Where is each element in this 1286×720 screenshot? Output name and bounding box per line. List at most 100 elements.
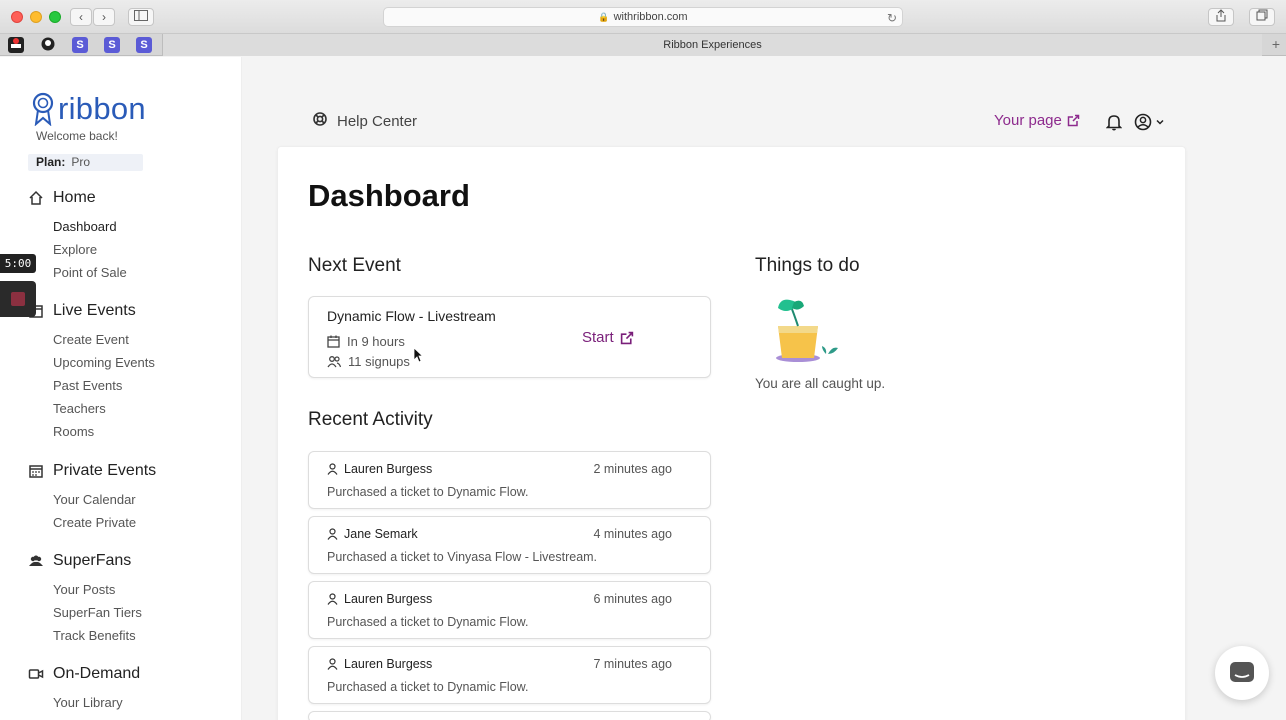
activity-time: 6 minutes ago <box>593 592 672 606</box>
bookmark-s-3[interactable]: S <box>136 37 152 53</box>
users-icon <box>327 356 341 368</box>
home-icon <box>27 189 45 207</box>
sidebar-item-past-events[interactable]: Past Events <box>53 378 122 393</box>
user-icon <box>327 593 338 605</box>
user-circle-icon <box>1134 113 1152 131</box>
help-center-label: Help Center <box>337 112 418 130</box>
sidebar-item-upcoming-events[interactable]: Upcoming Events <box>53 355 155 370</box>
zoom-window-button[interactable] <box>49 11 61 23</box>
nav-section-label: Live Events <box>53 302 136 319</box>
chevron-down-icon <box>1156 119 1164 125</box>
activity-description: Purchased a ticket to Dynamic Flow. <box>327 485 529 499</box>
sidebar-item-create-event[interactable]: Create Event <box>53 332 129 347</box>
activity-item[interactable]: Lauren Burgess 2 minutes ago Purchased a… <box>308 451 711 509</box>
event-signups: 11 signups <box>348 354 410 369</box>
nav-section-home[interactable]: Home <box>27 189 96 207</box>
incognito-icon[interactable] <box>8 37 24 53</box>
nav-section-on-demand[interactable]: On-Demand <box>27 665 140 683</box>
help-center-link[interactable]: Help Center <box>313 112 417 130</box>
nav-section-superfans[interactable]: SuperFans <box>27 552 131 570</box>
sidebar-item-your-posts[interactable]: Your Posts <box>53 582 115 597</box>
user-menu[interactable] <box>1134 113 1165 131</box>
tabs-overview-icon[interactable] <box>1249 8 1275 26</box>
sidebar: ribbon Welcome back! Plan: Pro Home Dashb… <box>0 57 242 720</box>
plan-label: Plan: <box>36 155 66 169</box>
user-icon <box>327 463 338 475</box>
forward-button[interactable]: › <box>93 8 115 26</box>
nav-section-live-events[interactable]: Live Events <box>27 302 136 320</box>
sidebar-item-superfan-tiers[interactable]: SuperFan Tiers <box>53 605 142 620</box>
activity-time: 2 minutes ago <box>593 462 672 476</box>
activity-item[interactable]: Lauren Burgess 6 minutes ago Purchased a… <box>308 581 711 639</box>
browser-titlebar: ‹ › 🔒 withribbon.com ↻ <box>0 0 1286 34</box>
activity-item-partial[interactable] <box>308 711 711 720</box>
all-caught-up-text: You are all caught up. <box>755 376 886 391</box>
activity-user: Lauren Burgess <box>327 592 432 606</box>
address-bar[interactable]: 🔒 withribbon.com ↻ <box>383 7 903 27</box>
minimize-window-button[interactable] <box>30 11 42 23</box>
mouse-cursor-icon <box>413 347 424 368</box>
ribbon-logo[interactable]: ribbon <box>32 91 146 127</box>
nav-section-label: Home <box>53 189 96 206</box>
activity-time: 4 minutes ago <box>593 527 672 541</box>
next-event-heading: Next Event <box>308 255 401 276</box>
start-event-button[interactable]: Start <box>582 329 634 346</box>
sidebar-toggle-icon[interactable] <box>128 8 154 26</box>
lock-icon: 🔒 <box>598 12 610 22</box>
user-icon <box>327 658 338 670</box>
nav-section-label: SuperFans <box>53 552 132 569</box>
recording-timer: 5:00 <box>0 254 36 273</box>
sidebar-item-create-private[interactable]: Create Private <box>53 515 136 530</box>
activity-user-name: Lauren Burgess <box>344 657 433 671</box>
sidebar-item-explore[interactable]: Explore <box>53 242 97 257</box>
back-button[interactable]: ‹ <box>70 8 92 26</box>
calendar-icon <box>327 335 340 348</box>
sidebar-item-rooms[interactable]: Rooms <box>53 424 94 439</box>
calendar-grid-icon <box>27 462 45 480</box>
your-page-label: Your page <box>994 112 1062 129</box>
sidebar-item-teachers[interactable]: Teachers <box>53 401 106 416</box>
nav-section-private-events[interactable]: Private Events <box>27 462 156 480</box>
close-window-button[interactable] <box>11 11 23 23</box>
reload-icon[interactable]: ↻ <box>887 9 897 27</box>
active-tab[interactable]: Ribbon Experiences <box>162 34 1262 56</box>
sidebar-item-point-of-sale[interactable]: Point of Sale <box>53 265 127 280</box>
bell-icon[interactable] <box>1105 113 1123 136</box>
nav-section-label: On-Demand <box>53 665 141 682</box>
tab-bar: S S S Ribbon Experiences + <box>0 34 1286 56</box>
github-icon[interactable] <box>40 37 56 53</box>
nav-section-label: Private Events <box>53 462 157 479</box>
activity-user-name: Jane Semark <box>344 527 418 541</box>
event-signups-row: 11 signups <box>327 354 410 369</box>
bookmark-s-2[interactable]: S <box>104 37 120 53</box>
new-tab-icon[interactable]: + <box>1272 36 1280 52</box>
bookmark-s-1[interactable]: S <box>72 37 88 53</box>
next-event-card[interactable]: Dynamic Flow - Livestream In 9 hours 11 … <box>308 296 711 378</box>
activity-description: Purchased a ticket to Dynamic Flow. <box>327 680 529 694</box>
sidebar-item-your-calendar[interactable]: Your Calendar <box>53 492 136 507</box>
activity-user: Lauren Burgess <box>327 462 432 476</box>
user-icon <box>327 528 338 540</box>
url-text: withribbon.com <box>613 11 688 23</box>
activity-item[interactable]: Lauren Burgess 7 minutes ago Purchased a… <box>308 646 711 704</box>
activity-time: 7 minutes ago <box>593 657 672 671</box>
activity-user-name: Lauren Burgess <box>344 462 433 476</box>
things-to-do-heading: Things to do <box>755 255 860 276</box>
sidebar-item-track-benefits[interactable]: Track Benefits <box>53 628 136 643</box>
your-page-link[interactable]: Your page <box>994 112 1080 129</box>
event-when: In 9 hours <box>347 334 405 349</box>
welcome-text: Welcome back! <box>36 129 118 143</box>
share-icon[interactable] <box>1208 8 1234 26</box>
event-time-row: In 9 hours <box>327 334 405 349</box>
chat-icon <box>1230 662 1254 682</box>
sidebar-item-your-library[interactable]: Your Library <box>53 695 123 710</box>
stop-recording-button[interactable] <box>0 281 36 317</box>
video-icon <box>27 665 45 683</box>
chat-launcher-button[interactable] <box>1215 646 1269 700</box>
brand-name: ribbon <box>58 91 146 126</box>
activity-item[interactable]: Jane Semark 4 minutes ago Purchased a ti… <box>308 516 711 574</box>
group-icon <box>27 552 45 570</box>
start-label: Start <box>582 329 614 346</box>
sidebar-item-dashboard[interactable]: Dashboard <box>53 219 117 234</box>
external-link-icon <box>620 331 633 344</box>
